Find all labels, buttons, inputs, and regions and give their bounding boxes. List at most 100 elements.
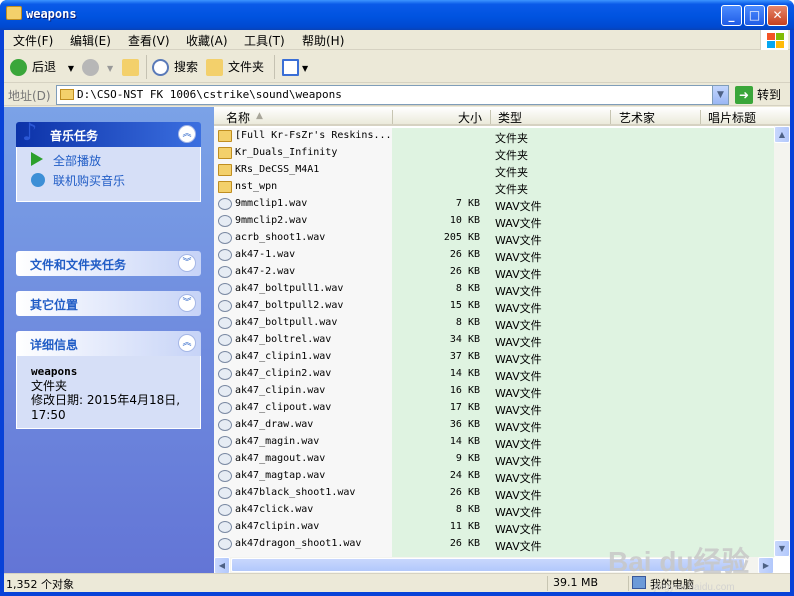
column-separator[interactable] [490, 110, 491, 124]
address-dropdown-button[interactable]: ▼ [712, 86, 728, 104]
wav-file-icon [218, 266, 232, 278]
other-places-title: 其它位置 [30, 298, 79, 312]
up-folder-button[interactable] [122, 57, 139, 77]
wav-file-icon [218, 453, 232, 465]
file-name: Kr_Duals_Infinity [235, 147, 338, 158]
up-folder-icon [122, 59, 139, 76]
file-row[interactable]: ak47_clipin1.wav 37 KB WAV文件 [214, 349, 774, 366]
expand-chevron-icon[interactable]: ︾ [178, 254, 196, 272]
file-row[interactable]: ak47_boltpull1.wav 8 KB WAV文件 [214, 281, 774, 298]
buy-music-link[interactable]: 联机购买音乐 [53, 172, 125, 189]
file-size: 14 KB [449, 368, 480, 379]
minimize-button[interactable]: _ [721, 5, 742, 26]
file-row[interactable]: ak47click.wav 8 KB WAV文件 [214, 502, 774, 519]
file-size: 14 KB [449, 436, 480, 447]
file-row[interactable]: ak47_magin.wav 14 KB WAV文件 [214, 434, 774, 451]
file-row[interactable]: ak47_clipin2.wav 14 KB WAV文件 [214, 366, 774, 383]
other-places-header[interactable]: 其它位置 ︾ [16, 291, 201, 316]
window-title: weapons [26, 7, 77, 21]
scroll-left-button[interactable]: ◀ [214, 557, 230, 574]
window-client: 文件(F) 编辑(E) 查看(V) 收藏(A) 工具(T) 帮助(H) 后退 ▼… [4, 30, 790, 593]
file-type: WAV文件 [495, 285, 542, 298]
column-separator[interactable] [610, 110, 611, 124]
menu-help[interactable]: 帮助(H) [302, 32, 344, 49]
file-row[interactable]: 9mmclip1.wav 7 KB WAV文件 [214, 196, 774, 213]
address-input[interactable]: D:\CSO-NST FK 1006\cstrike\sound\weapons… [56, 85, 729, 105]
file-row[interactable]: ak47_boltpull2.wav 15 KB WAV文件 [214, 298, 774, 315]
folders-label: 文件夹 [228, 60, 265, 74]
file-row[interactable]: ak47_magout.wav 9 KB WAV文件 [214, 451, 774, 468]
details-type: 文件夹 [31, 379, 68, 393]
file-size: 11 KB [449, 521, 480, 532]
collapse-chevron-icon[interactable]: ︽ [178, 125, 196, 143]
maximize-button[interactable]: □ [744, 5, 765, 26]
play-all-link[interactable]: 全部播放 [53, 152, 101, 169]
file-row[interactable]: Kr_Duals_Infinity 文件夹 [214, 145, 774, 162]
file-name: [Full Kr-FsZr's Reskins... [235, 130, 392, 141]
back-button[interactable]: 后退 ▼ [10, 57, 74, 77]
views-button[interactable]: ▼ [282, 57, 308, 77]
file-row[interactable]: [Full Kr-FsZr's Reskins... 文件夹 [214, 128, 774, 145]
back-dropdown-icon[interactable]: ▼ [68, 64, 74, 73]
file-row[interactable]: ak47clipin.wav 11 KB WAV文件 [214, 519, 774, 536]
file-name: 9mmclip2.wav [235, 215, 308, 226]
file-type: WAV文件 [495, 251, 542, 264]
menu-favorites[interactable]: 收藏(A) [186, 32, 228, 49]
scroll-down-button[interactable]: ▼ [774, 540, 790, 557]
globe-icon [31, 173, 45, 187]
file-name: ak47-2.wav [235, 266, 296, 277]
file-row[interactable]: ak47_draw.wav 36 KB WAV文件 [214, 417, 774, 434]
file-row[interactable]: ak47_boltpull.wav 8 KB WAV文件 [214, 315, 774, 332]
menu-bar: 文件(F) 编辑(E) 查看(V) 收藏(A) 工具(T) 帮助(H) [4, 30, 790, 50]
wav-file-icon [218, 402, 232, 414]
file-size: 36 KB [449, 419, 480, 430]
wav-file-icon [218, 232, 232, 244]
search-button[interactable]: 搜索 [152, 57, 198, 77]
scroll-up-button[interactable]: ▲ [774, 126, 790, 143]
details-header[interactable]: 详细信息 ︽ [16, 331, 201, 356]
file-row[interactable]: KRs_DeCSS_M4A1 文件夹 [214, 162, 774, 179]
file-row[interactable]: nst_wpn 文件夹 [214, 179, 774, 196]
title-bar[interactable]: weapons _ □ ✕ [0, 0, 794, 30]
file-type: WAV文件 [495, 540, 542, 553]
column-name[interactable]: 名称 [226, 109, 250, 126]
file-row[interactable]: ak47-2.wav 26 KB WAV文件 [214, 264, 774, 281]
file-row[interactable]: 9mmclip2.wav 10 KB WAV文件 [214, 213, 774, 230]
file-row[interactable]: ak47_magtap.wav 24 KB WAV文件 [214, 468, 774, 485]
views-dropdown-icon: ▼ [302, 64, 309, 73]
close-button[interactable]: ✕ [767, 5, 788, 26]
vertical-scrollbar[interactable]: ▲ ▼ [774, 126, 790, 557]
file-size: 26 KB [449, 538, 480, 549]
folders-button[interactable]: 文件夹 [206, 57, 264, 77]
file-row[interactable]: acrb_shoot1.wav 205 KB WAV文件 [214, 230, 774, 247]
column-separator[interactable] [392, 110, 393, 124]
go-button[interactable]: ➜ 转到 [735, 86, 781, 104]
column-size[interactable]: 大小 [458, 109, 482, 126]
file-row[interactable]: ak47_boltrel.wav 34 KB WAV文件 [214, 332, 774, 349]
file-name: KRs_DeCSS_M4A1 [235, 164, 320, 175]
column-album[interactable]: 唱片标题 [708, 109, 756, 126]
music-tasks-header[interactable]: ♪ 音乐任务 ︽ [16, 118, 201, 147]
file-name: nst_wpn [235, 181, 278, 192]
file-name: ak47_boltpull2.wav [235, 300, 344, 311]
file-row[interactable]: ak47-1.wav 26 KB WAV文件 [214, 247, 774, 264]
file-tasks-header[interactable]: 文件和文件夹任务 ︾ [16, 251, 201, 276]
menu-view[interactable]: 查看(V) [128, 32, 170, 49]
menu-tools[interactable]: 工具(T) [244, 32, 285, 49]
menu-file[interactable]: 文件(F) [13, 32, 53, 49]
folder-icon [60, 89, 74, 100]
file-row[interactable]: ak47_clipin.wav 16 KB WAV文件 [214, 383, 774, 400]
file-row[interactable]: ak47black_shoot1.wav 26 KB WAV文件 [214, 485, 774, 502]
forward-button[interactable]: ▼ [82, 57, 113, 77]
file-row[interactable]: ak47_clipout.wav 17 KB WAV文件 [214, 400, 774, 417]
scroll-right-button[interactable]: ▶ [758, 557, 774, 574]
column-type[interactable]: 类型 [498, 109, 522, 126]
column-separator[interactable] [700, 110, 701, 124]
menu-edit[interactable]: 编辑(E) [70, 32, 111, 49]
column-artist[interactable]: 艺术家 [619, 109, 655, 126]
collapse-chevron-icon[interactable]: ︽ [178, 334, 196, 352]
file-type: WAV文件 [495, 455, 542, 468]
expand-chevron-icon[interactable]: ︾ [178, 294, 196, 312]
file-name: ak47_boltrel.wav [235, 334, 332, 345]
file-size: 26 KB [449, 249, 480, 260]
